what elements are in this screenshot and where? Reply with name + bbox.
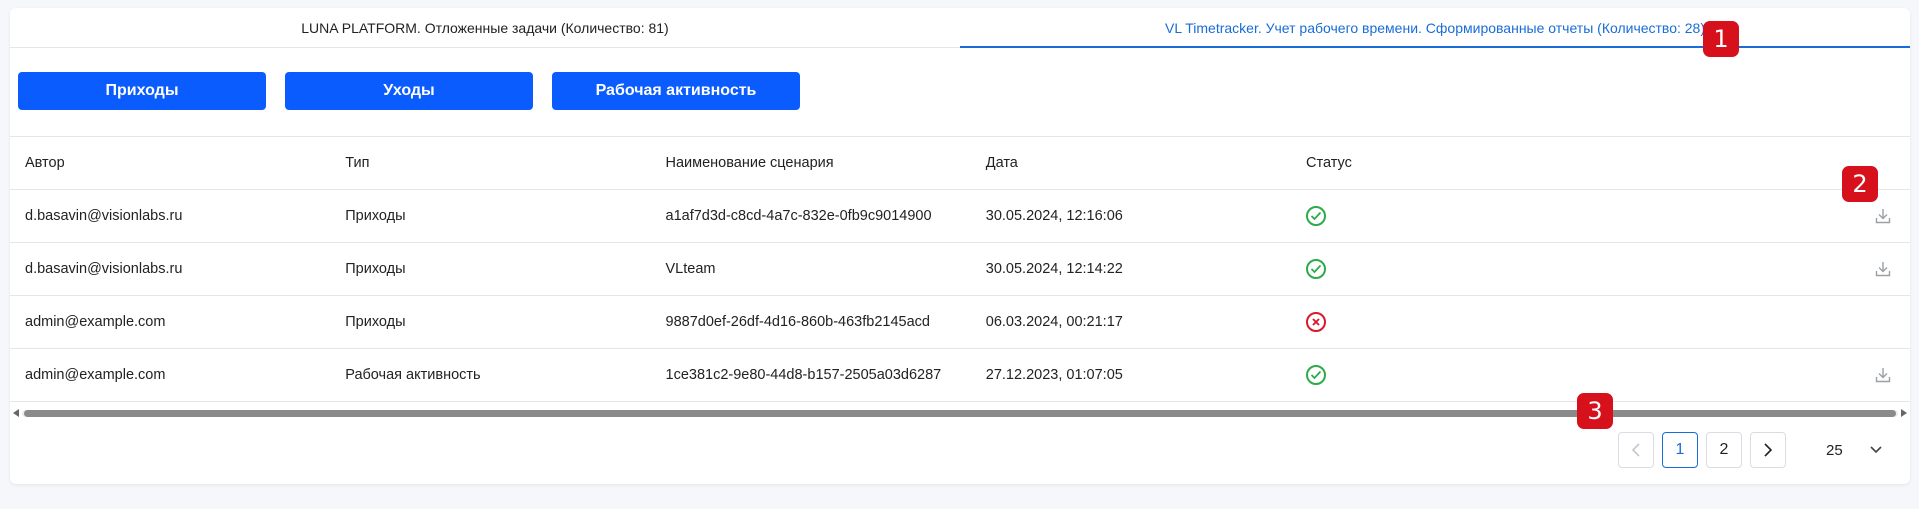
cell-type: Рабочая активность [345,367,481,383]
tab-bar: LUNA PLATFORM. Отложенные задачи (Количе… [10,8,1910,48]
download-icon[interactable] [1874,260,1892,278]
cell-date: 30.05.2024, 12:14:22 [985,261,1123,277]
annotation-marker-1: 1 [1703,21,1739,57]
cell-date: 27.12.2023, 01:07:05 [985,367,1123,383]
cell-date: 06.03.2024, 00:21:17 [985,314,1123,330]
cell-status [1291,259,1611,279]
cell-scenario: 9887d0ef-26df-4d16-860b-463fb2145acd [665,314,930,330]
table-row[interactable]: admin@example.com Рабочая активность 1ce38… [10,349,1910,402]
reports-table: Автор Тип Наименование сценария Дата Ста… [10,136,1910,402]
column-header-date: Дата [985,155,1018,171]
annotation-marker-3: 3 [1577,393,1613,429]
cell-author: admin@example.com [25,314,166,330]
departures-button[interactable]: Уходы [285,72,533,110]
prev-page-button[interactable] [1618,432,1654,468]
chevron-left-icon [1631,443,1640,457]
table-row[interactable]: d.basavin@visionlabs.ru Приходы a1af7d3d-c… [10,190,1910,243]
page-size-value: 25 [1826,441,1843,459]
tab-vl-timetracker-reports[interactable]: VL Timetracker. Учет рабочего времени. С… [960,8,1910,48]
cell-actions [1611,260,1910,278]
table-row[interactable]: d.basavin@visionlabs.ru Приходы VLteam 30.0… [10,243,1910,296]
tab-luna-deferred-tasks[interactable]: LUNA PLATFORM. Отложенные задачи (Количе… [10,8,960,47]
table-body: d.basavin@visionlabs.ru Приходы a1af7d3d-c… [10,190,1910,402]
chevron-right-icon [1764,443,1773,457]
cell-date: 30.05.2024, 12:16:06 [985,208,1123,224]
reports-panel: LUNA PLATFORM. Отложенные задачи (Количе… [10,8,1910,484]
page-size-select[interactable]: 25 [1800,432,1896,468]
cell-author: d.basavin@visionlabs.ru [25,261,183,277]
chevron-down-icon [1870,446,1882,454]
column-header-type: Тип [345,155,370,171]
cell-type: Приходы [345,208,406,224]
report-type-buttons: Приходы Уходы Рабочая активность [18,72,800,110]
download-icon[interactable] [1874,366,1892,384]
cell-actions [1611,207,1910,225]
table-header-row: Автор Тип Наименование сценария Дата Ста… [10,137,1910,190]
cell-scenario: 1ce381c2-9e80-44d8-b157-2505a03d6287 [665,367,942,383]
cell-actions [1611,366,1910,384]
table-row[interactable]: admin@example.com Приходы 9887d0ef-26df-4d… [10,296,1910,349]
column-header-author: Автор [25,155,65,171]
x-circle-icon [1306,312,1326,332]
cell-status [1291,365,1611,385]
next-page-button[interactable] [1750,432,1786,468]
cell-author: d.basavin@visionlabs.ru [25,208,183,224]
column-header-scenario: Наименование сценария [665,155,834,171]
work-activity-button[interactable]: Рабочая активность [552,72,800,110]
scroll-thumb[interactable] [24,410,1896,417]
cell-status [1291,312,1611,332]
check-circle-icon [1306,365,1326,385]
cell-scenario: a1af7d3d-c8cd-4a7c-832e-0fb9c9014900 [665,208,932,224]
scroll-left-arrow-icon[interactable] [13,409,19,417]
page-button-1[interactable]: 1 [1662,432,1698,468]
cell-type: Приходы [345,261,406,277]
cell-type: Приходы [345,314,406,330]
column-header-status: Статус [1306,155,1352,171]
page-button-2[interactable]: 2 [1706,432,1742,468]
check-circle-icon [1306,206,1326,226]
cell-scenario: VLteam [665,261,716,277]
download-icon[interactable] [1874,207,1892,225]
cell-status [1291,206,1611,226]
check-circle-icon [1306,259,1326,279]
pagination: 1 2 25 [1618,432,1896,468]
arrivals-button[interactable]: Приходы [18,72,266,110]
annotation-marker-2: 2 [1842,166,1878,202]
cell-author: admin@example.com [25,367,166,383]
horizontal-scrollbar[interactable] [10,407,1910,419]
scroll-right-arrow-icon[interactable] [1901,409,1907,417]
